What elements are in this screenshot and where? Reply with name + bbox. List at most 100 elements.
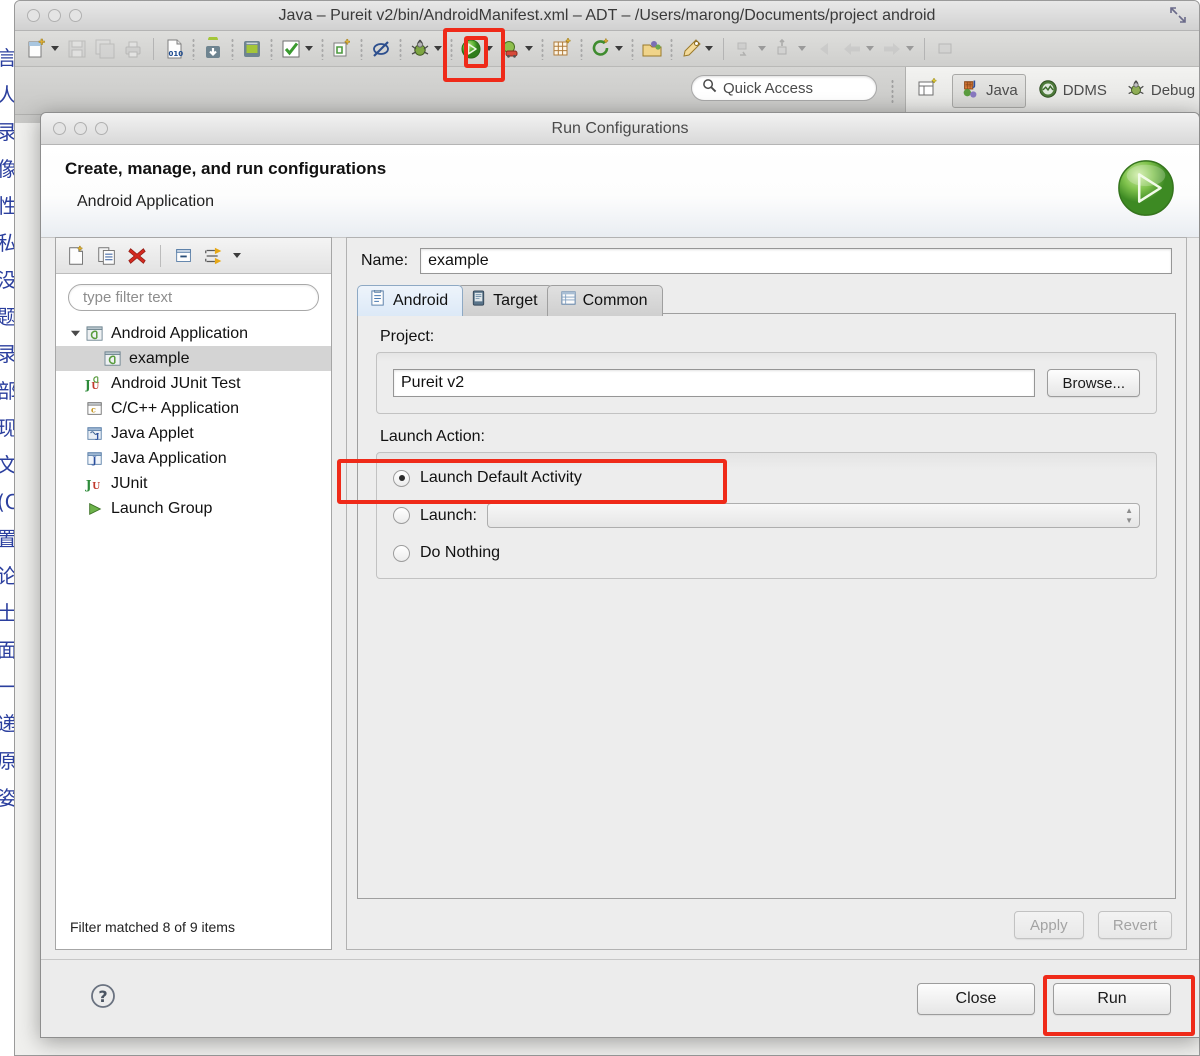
- background-text-line: 姿: [0, 786, 15, 810]
- tree-item-label: Android Application: [111, 324, 248, 342]
- dialog-title: Run Configurations: [551, 119, 689, 137]
- radio-button-icon[interactable]: [393, 507, 410, 524]
- new-launch-configuration-icon[interactable]: [64, 243, 90, 269]
- skip-breakpoints-icon[interactable]: [367, 37, 395, 61]
- save-icon: [63, 37, 91, 61]
- close-button[interactable]: Close: [917, 982, 1035, 1015]
- tree-item-java-application[interactable]: J Java Application: [56, 446, 331, 471]
- perspective-drag-dots[interactable]: [891, 79, 894, 105]
- config-name-row: Name: example: [347, 238, 1186, 274]
- toolbar-dots: [670, 37, 673, 60]
- radio-button-selected-icon[interactable]: [393, 469, 410, 487]
- open-package-icon[interactable]: [638, 37, 666, 61]
- new-file-icon[interactable]: [23, 37, 63, 61]
- dialog-titlebar: Run Configurations: [41, 113, 1199, 145]
- filter-placeholder: type filter text: [83, 289, 173, 306]
- apply-revert-row: Apply Revert: [1013, 911, 1172, 939]
- config-name-input[interactable]: example: [420, 248, 1172, 274]
- window-title: Java – Pureit v2/bin/AndroidManifest.xml…: [278, 6, 936, 24]
- radio-launch-default-activity[interactable]: Launch Default Activity: [393, 469, 1140, 487]
- launch-activity-combo[interactable]: ▲ ▼: [486, 503, 1140, 528]
- tab-target[interactable]: Target: [457, 285, 553, 316]
- android-sdk-manager-icon[interactable]: [238, 37, 266, 61]
- search-pen-icon[interactable]: [677, 37, 717, 61]
- expand-twisty-icon[interactable]: [66, 328, 84, 339]
- pin-editor-icon: [931, 37, 959, 61]
- filter-input[interactable]: type filter text: [68, 284, 319, 311]
- binary-file-010-icon[interactable]: 010: [160, 37, 188, 61]
- tab-common-label: Common: [582, 292, 648, 309]
- forward-arrow-icon: [878, 37, 918, 61]
- target-tab-icon: [470, 290, 487, 312]
- delete-configuration-icon[interactable]: [124, 243, 150, 269]
- tab-common[interactable]: Common: [546, 285, 663, 316]
- background-window-text-strip: 言人录像性私没题录部现文(C置论土面一递原姿: [0, 40, 15, 1056]
- zoom-window-button[interactable]: [69, 9, 82, 22]
- perspective-debug[interactable]: Debug: [1118, 75, 1199, 107]
- radio-do-nothing[interactable]: Do Nothing: [393, 544, 1140, 562]
- revert-button[interactable]: Revert: [1097, 911, 1172, 939]
- tree-item-example[interactable]: example: [56, 346, 331, 371]
- filter-dropdown-arrow[interactable]: [233, 253, 241, 258]
- perspective-java[interactable]: J Java: [952, 73, 1026, 108]
- android-download-icon[interactable]: [199, 34, 227, 61]
- open-perspective-icon[interactable]: [916, 76, 940, 105]
- tree-item-label: example: [129, 349, 190, 367]
- configurations-tree-panel: type filter text Android Application exa…: [55, 237, 332, 950]
- apply-button[interactable]: Apply: [1013, 911, 1084, 939]
- tree-item-label: Java Application: [111, 449, 227, 467]
- tree-item-launch-group[interactable]: Launch Group: [56, 496, 331, 521]
- fullscreen-arrows-icon[interactable]: [1169, 6, 1187, 24]
- tree-item-android-junit-test[interactable]: J U Android JUnit Test: [56, 371, 331, 396]
- config-name-label: Name:: [361, 252, 409, 269]
- filter-configurations-icon[interactable]: [201, 243, 227, 269]
- background-text-line: 置: [0, 527, 15, 551]
- configuration-editor-panel: Name: example Android Target Common Proj…: [346, 237, 1187, 950]
- android-config-icon: [84, 325, 106, 343]
- radio-button-icon[interactable]: [393, 544, 410, 562]
- tree-item-cpp-application[interactable]: c C/C++ Application: [56, 396, 331, 421]
- run-play-large-icon: [1115, 157, 1177, 224]
- background-text-line: 原: [0, 749, 15, 773]
- window-traffic-lights[interactable]: [27, 9, 82, 22]
- svg-text:J: J: [972, 78, 976, 88]
- perspective-ddms[interactable]: DDMS: [1030, 75, 1114, 107]
- search-icon: [702, 78, 717, 98]
- collapse-all-icon[interactable]: [171, 243, 197, 269]
- run-play-icon[interactable]: [457, 37, 497, 61]
- toolbar-separator: [723, 37, 724, 60]
- toolbar-dots: [541, 37, 544, 60]
- tree-item-junit[interactable]: J U JUnit: [56, 471, 331, 496]
- external-tools-icon[interactable]: [497, 37, 537, 61]
- ddms-perspective-icon: [1037, 78, 1059, 104]
- project-input[interactable]: Pureit v2: [393, 369, 1036, 397]
- background-text-line: 录: [0, 120, 15, 144]
- quick-access-input[interactable]: Quick Access: [691, 75, 877, 101]
- tree-item-android-application[interactable]: Android Application: [56, 321, 331, 346]
- run-button[interactable]: Run: [1053, 982, 1171, 1015]
- new-android-project-icon[interactable]: [328, 37, 356, 61]
- tree-toolbar: [56, 238, 331, 274]
- launch-group-icon: [84, 500, 106, 518]
- radio-do-nothing-label: Do Nothing: [420, 544, 501, 561]
- perspective-debug-label: Debug: [1150, 82, 1196, 99]
- run-dropdown-arrow[interactable]: [485, 46, 493, 51]
- duplicate-configuration-icon[interactable]: [94, 243, 120, 269]
- minimize-window-button[interactable]: [48, 9, 61, 22]
- close-window-button[interactable]: [27, 9, 40, 22]
- run-configurations-dialog: Run Configurations Create, manage, and r…: [40, 112, 1200, 1038]
- new-layout-icon[interactable]: [548, 37, 576, 61]
- refresh-new-icon[interactable]: [587, 37, 627, 61]
- toolbar-separator: [924, 37, 925, 60]
- radio-launch[interactable]: Launch: ▲ ▼: [393, 503, 1140, 528]
- checkmark-icon[interactable]: [277, 37, 317, 61]
- save-all-icon: [91, 37, 119, 61]
- help-question-icon[interactable]: ?: [89, 982, 117, 1015]
- android-tab-content: Project: Pureit v2 Browse... Launch Acti…: [357, 313, 1176, 899]
- eclipse-toolbar: 010: [15, 31, 1199, 67]
- browse-button[interactable]: Browse...: [1047, 369, 1140, 397]
- tree-item-java-applet[interactable]: J Java Applet: [56, 421, 331, 446]
- debug-bug-icon[interactable]: [406, 37, 446, 61]
- project-row: Pureit v2 Browse...: [393, 369, 1140, 397]
- tab-android[interactable]: Android: [357, 285, 464, 316]
